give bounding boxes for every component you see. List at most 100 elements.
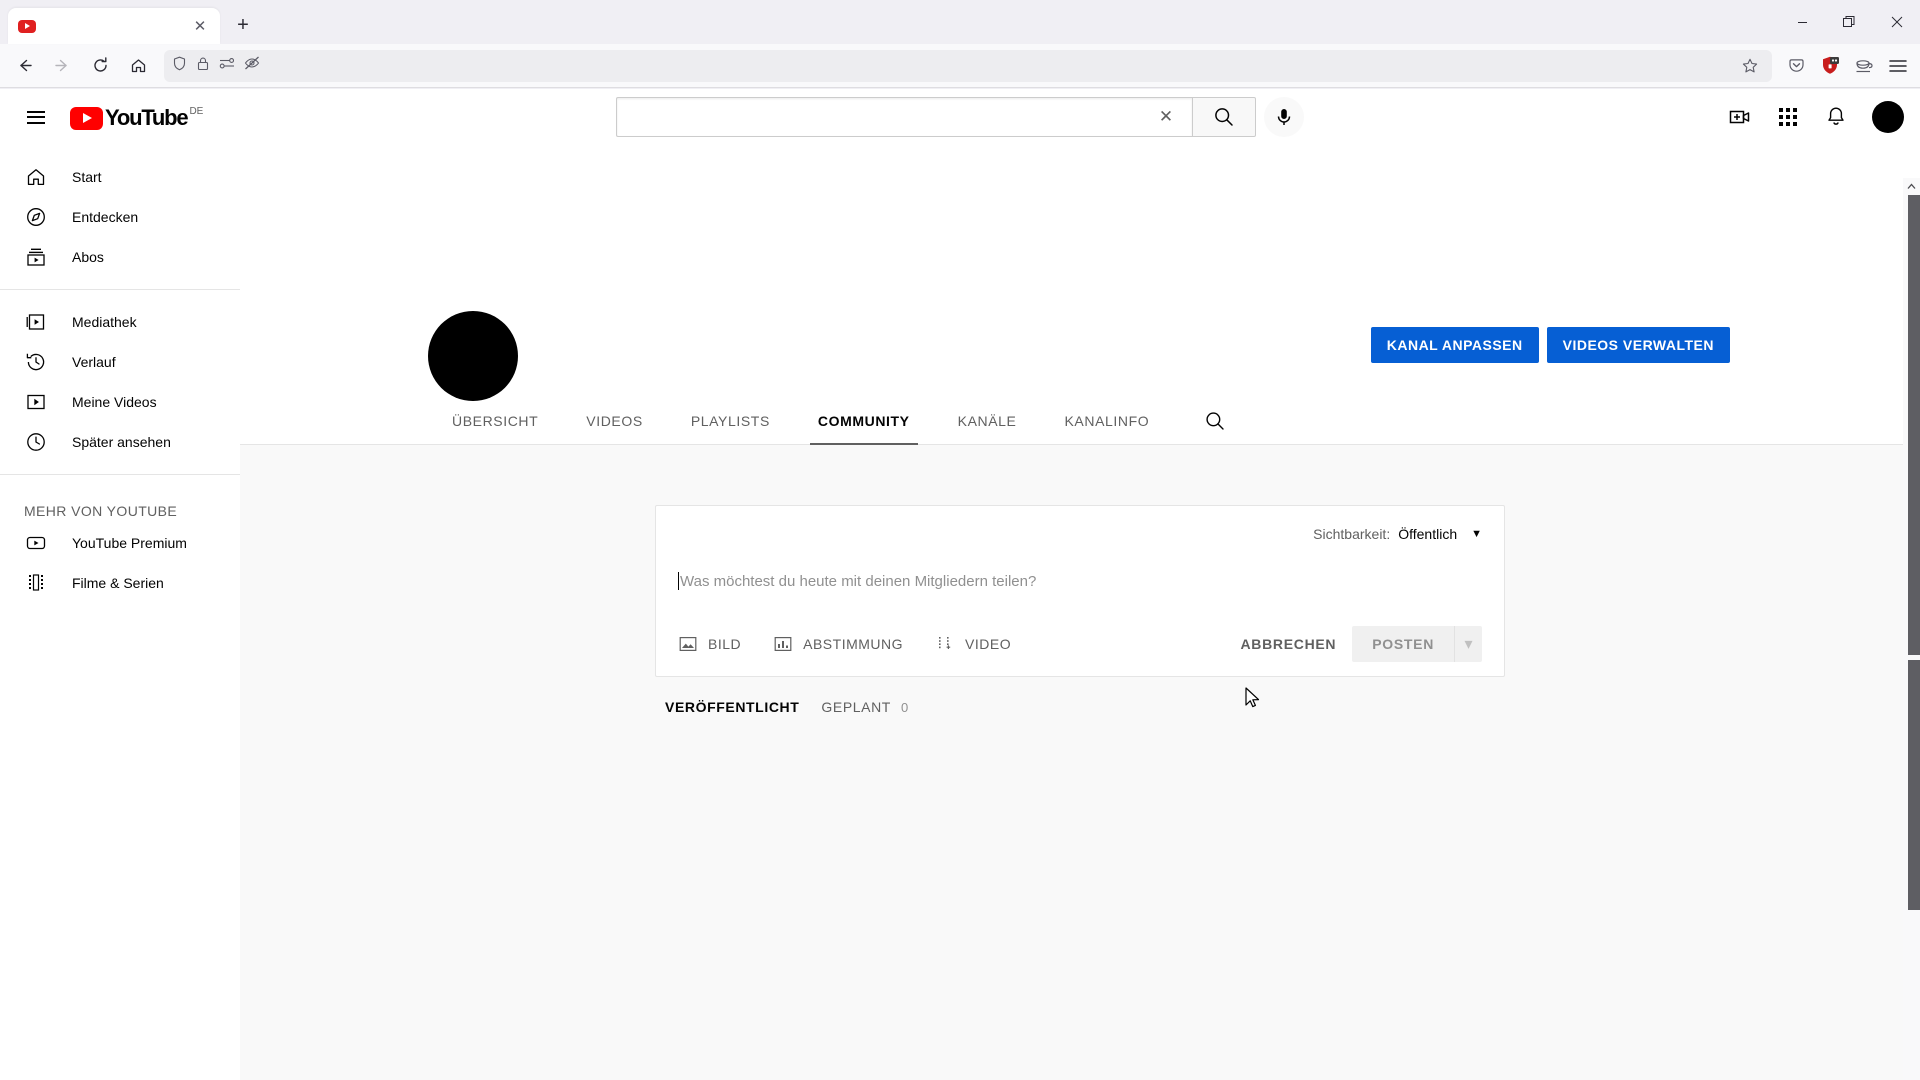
tab-playlists[interactable]: PLAYLISTS [667,397,794,445]
scrollbar-thumb-lower[interactable] [1908,660,1920,910]
sidebar-item-filme-serien[interactable]: Filme & Serien [0,563,240,603]
tab-uebersicht[interactable]: ÜBERSICHT [428,397,562,445]
home-icon[interactable] [120,50,156,82]
action-label: ABSTIMMUNG [803,636,904,652]
browser-tab[interactable]: ✕ [8,8,220,44]
url-bar[interactable] [164,49,1772,82]
scrollbar-track[interactable] [1906,195,1920,1080]
tab-strip: ✕ + [0,0,260,44]
premium-icon [24,531,48,555]
tab-geplant[interactable]: GEPLANT 0 [821,699,908,715]
tab-kanalinfo[interactable]: KANALINFO [1040,397,1173,445]
composer-actions: BILD ABSTIMMUNG VIDEO ABBRECHEN POSTEN ▾ [678,626,1482,662]
ublock-origin-icon[interactable] [1814,50,1846,82]
add-poll-button[interactable]: ABSTIMMUNG [773,634,903,654]
pocket-icon[interactable] [1780,50,1812,82]
visibility-selector[interactable]: Sichtbarkeit: Öffentlich ▼ [678,526,1482,542]
tab-community[interactable]: COMMUNITY [794,397,934,445]
tab-label: GEPLANT [821,699,891,715]
add-video-button[interactable]: VIDEO [935,634,1011,654]
composer-submit-group: ABBRECHEN POSTEN ▾ [1224,626,1482,662]
forward-icon[interactable] [44,50,80,82]
sidebar-item-spaeter-ansehen[interactable]: Später ansehen [0,422,240,462]
app-menu-icon[interactable] [1882,50,1914,82]
sidebar-item-meine-videos[interactable]: Meine Videos [0,382,240,422]
voice-search-button[interactable] [1264,97,1304,137]
blocked-icon[interactable] [244,56,260,75]
sidebar-item-start[interactable]: Start [0,157,240,197]
my-videos-icon [24,390,48,414]
sidebar-primary-section: Start Entdecken Abos [0,145,240,290]
guide-menu-icon[interactable] [16,97,56,137]
scroll-up-icon[interactable] [1903,178,1920,195]
create-video-icon[interactable] [1720,97,1760,137]
post-composer: Sichtbarkeit: Öffentlich ▼ Was möchtest … [655,505,1505,677]
coffee-extension-icon[interactable] [1848,50,1880,82]
youtube-favicon [18,17,36,35]
post-text-input[interactable]: Was möchtest du heute mit deinen Mitglie… [678,566,1482,608]
channel-search-icon[interactable] [1191,410,1239,432]
cancel-button[interactable]: ABBRECHEN [1224,626,1352,662]
post-placeholder: Was möchtest du heute mit deinen Mitglie… [680,572,1037,590]
sidebar-item-mediathek[interactable]: Mediathek [0,302,240,342]
customize-channel-button[interactable]: KANAL ANPASSEN [1370,327,1539,363]
sidebar-item-entdecken[interactable]: Entdecken [0,197,240,237]
clear-search-icon[interactable]: ✕ [1152,107,1180,127]
post-button[interactable]: POSTEN [1352,626,1454,662]
permissions-icon[interactable] [219,56,235,75]
close-window-icon[interactable] [1873,0,1920,44]
channel-header: KANAL ANPASSEN VIDEOS VERWALTEN [240,301,1920,401]
shield-icon[interactable] [172,56,187,76]
post-filter-tabs: VERÖFFENTLICHT GEPLANT 0 [655,699,1505,715]
youtube-logo[interactable]: YouTube DE [70,105,203,130]
browser-window: ✕ + YouTube DE ✕ Start Entdecken Abos Me… [0,0,1920,1080]
sidebar-item-youtube-premium[interactable]: YouTube Premium [0,523,240,563]
lock-icon[interactable] [196,56,210,76]
tab-label: VERÖFFENTLICHT [665,699,800,715]
sidebar-item-verlauf[interactable]: Verlauf [0,342,240,382]
chevron-down-icon[interactable]: ▼ [1471,528,1482,540]
new-tab-button[interactable]: + [226,8,260,42]
page-scrollbar[interactable] [1903,178,1920,1080]
youtube-play-icon [70,106,103,130]
back-icon[interactable] [6,50,42,82]
browser-titlebar: ✕ + [0,0,1920,44]
library-icon [24,310,48,334]
tab-veroeffentlicht[interactable]: VERÖFFENTLICHT [665,699,799,715]
account-avatar[interactable] [1872,101,1904,133]
sidebar-item-abos[interactable]: Abos [0,237,240,277]
post-options-chevron-icon[interactable]: ▾ [1454,626,1482,662]
window-controls [1779,0,1920,44]
sidebar-label: Mediathek [72,314,137,330]
community-content: Sichtbarkeit: Öffentlich ▼ Was möchtest … [240,445,1920,715]
visibility-label: Sichtbarkeit: [1313,526,1391,542]
restore-icon[interactable] [1826,0,1873,44]
close-icon[interactable]: ✕ [190,16,210,36]
manage-videos-button[interactable]: VIDEOS VERWALTEN [1546,327,1730,363]
subscriptions-icon [24,245,48,269]
film-icon [24,571,48,595]
tab-kanaele[interactable]: KANÄLE [934,397,1041,445]
youtube-apps-icon[interactable] [1768,97,1808,137]
home-icon [24,165,48,189]
channel-tabs: ÜBERSICHT VIDEOS PLAYLISTS COMMUNITY KAN… [240,397,1920,445]
reload-icon[interactable] [82,50,118,82]
youtube-body: Start Entdecken Abos Mediathek Verlauf M… [0,145,1920,1080]
search-input-wrap[interactable]: ✕ [616,97,1192,137]
bookmark-star-icon[interactable] [1736,52,1764,80]
masthead-end [1704,97,1904,137]
channel-avatar[interactable] [428,311,518,401]
action-label: BILD [708,636,742,652]
scrollbar-thumb[interactable] [1908,195,1920,655]
notifications-bell-icon[interactable] [1816,97,1856,137]
history-icon [24,350,48,374]
youtube-logo-text: YouTube [105,104,189,130]
tab-videos[interactable]: VIDEOS [562,397,667,445]
url-bar-icons [172,56,260,76]
youtube-app: YouTube DE ✕ Start Entdecken Abos Mediat… [0,89,1920,1080]
add-image-button[interactable]: BILD [678,634,741,654]
minimize-icon[interactable] [1779,0,1826,44]
sidebar-label: Entdecken [72,209,139,225]
search-button[interactable] [1192,97,1256,137]
video-icon [935,634,955,654]
